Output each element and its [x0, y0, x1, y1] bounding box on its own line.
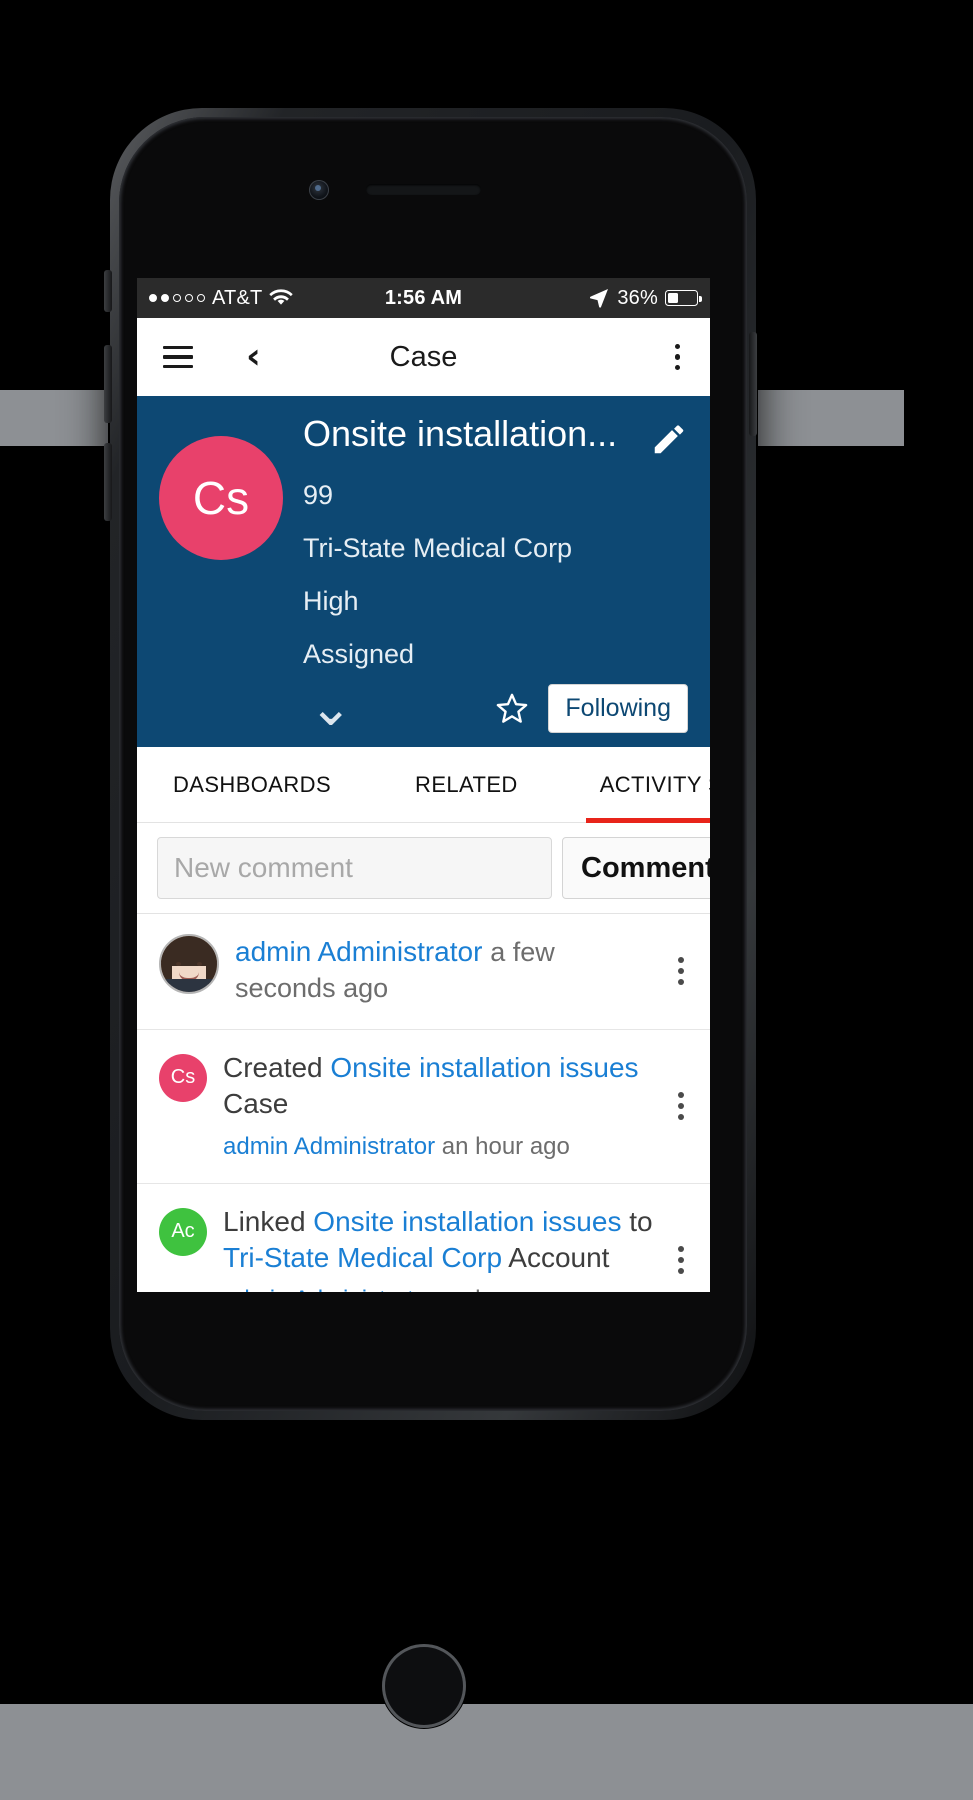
submit-comment-button[interactable]: Comment — [562, 837, 710, 899]
app-navigation-bar: ‹ Case — [137, 318, 710, 396]
follow-button[interactable]: Following — [548, 684, 688, 733]
feed-inline-meta: admin Administrator a few seconds ago — [235, 934, 660, 1007]
feed-timestamp: an hour ago — [442, 1286, 570, 1292]
record-number: 99 — [303, 480, 334, 510]
hamburger-menu-icon[interactable] — [163, 345, 193, 369]
feed-link-account[interactable]: Tri-State Medical Corp — [223, 1242, 502, 1273]
feed-author[interactable]: admin Administrator — [235, 936, 482, 967]
home-button[interactable] — [382, 1644, 466, 1728]
feed-text: Linked Onsite installation issues to Tri… — [223, 1204, 660, 1277]
activity-feed: admin Administrator a few seconds ago Cs… — [137, 914, 710, 1292]
tab-dashboards[interactable]: DASHBOARDS — [159, 747, 345, 822]
wifi-icon — [269, 289, 294, 305]
screenshot-stage: AT&T 1:56 AM 36% ‹ Case Cs Onsite instal… — [0, 0, 973, 1800]
record-avatar-initials: Cs — [192, 472, 250, 524]
avatar: Cs — [159, 1053, 207, 1102]
new-comment-input[interactable] — [157, 837, 552, 899]
record-fields: Onsite installation... 99 Tri-State Medi… — [303, 414, 688, 734]
pencil-edit-icon[interactable] — [650, 420, 688, 458]
record-status: Assigned — [303, 639, 415, 669]
feed-text: Created Onsite installation issues Case — [223, 1050, 660, 1123]
record-header: Cs Onsite installation... 99 Tri-State M… — [137, 396, 710, 747]
status-bar: AT&T 1:56 AM 36% — [137, 278, 710, 318]
page-title: Case — [389, 340, 458, 373]
mute-switch[interactable] — [104, 270, 112, 312]
feed-text-middle: Case — [223, 1088, 289, 1120]
kebab-menu-icon[interactable] — [671, 340, 685, 375]
location-arrow-icon — [590, 289, 609, 308]
carrier-label: AT&T — [212, 286, 263, 309]
star-outline-icon[interactable] — [494, 691, 530, 727]
feed-link-record[interactable]: Onsite installation issues — [330, 1052, 638, 1083]
feed-body: admin Administrator a few seconds ago — [235, 934, 690, 1007]
feed-meta: admin Administrator an hour ago — [223, 1286, 660, 1292]
avatar: Ac — [159, 1207, 207, 1256]
avatar — [159, 934, 219, 994]
front-camera-icon — [309, 180, 329, 200]
avatar-initials: Ac — [171, 1220, 195, 1243]
desk-surface — [0, 1704, 973, 1800]
record-avatar[interactable]: Cs — [159, 436, 283, 560]
list-item[interactable]: admin Administrator a few seconds ago — [137, 914, 710, 1030]
record-account: Tri-State Medical Corp — [303, 533, 573, 563]
kebab-menu-icon[interactable] — [674, 953, 688, 989]
feed-meta: admin Administrator an hour ago — [223, 1133, 660, 1161]
feed-link-record[interactable]: Onsite installation issues — [313, 1206, 621, 1237]
tab-bar: DASHBOARDS RELATED ACTIVITY STREAM — [137, 747, 710, 823]
feed-text-prefix: Linked — [223, 1205, 314, 1237]
volume-up-button[interactable] — [104, 345, 112, 423]
status-bar-left: AT&T — [149, 286, 294, 310]
record-priority: High — [303, 586, 359, 616]
record-header-actions: Following — [494, 684, 688, 733]
feed-text-middle: to — [621, 1205, 653, 1237]
feed-avatar[interactable] — [159, 934, 219, 1007]
feed-text-suffix: Account — [502, 1241, 610, 1273]
feed-timestamp: an hour ago — [441, 1132, 570, 1160]
feed-text-prefix: Created — [223, 1051, 331, 1083]
feed-author[interactable]: admin Administrator — [223, 1286, 435, 1292]
tab-related[interactable]: RELATED — [401, 747, 532, 822]
feed-author[interactable]: admin Administrator — [223, 1133, 435, 1160]
earpiece-speaker — [366, 184, 481, 195]
status-bar-right: 36% — [588, 286, 702, 310]
record-title: Onsite installation... — [303, 414, 618, 454]
record-header-footer: ⌄ Following — [303, 682, 688, 734]
feed-body: Created Onsite installation issues Case … — [223, 1050, 690, 1161]
chevron-down-icon[interactable]: ⌄ — [303, 682, 353, 733]
list-item[interactable]: Cs Created Onsite installation issues Ca… — [137, 1029, 710, 1184]
volume-down-button[interactable] — [104, 443, 112, 521]
feed-avatar[interactable]: Cs — [159, 1050, 207, 1161]
avatar-initials: Cs — [170, 1066, 196, 1089]
list-item[interactable]: Ac Linked Onsite installation issues to … — [137, 1183, 710, 1292]
back-chevron-icon[interactable]: ‹ — [246, 339, 261, 375]
signal-strength-icon — [149, 294, 205, 302]
antenna-band-left — [0, 390, 112, 446]
feed-avatar[interactable]: Ac — [159, 1204, 207, 1292]
phone-screen: AT&T 1:56 AM 36% ‹ Case Cs Onsite instal… — [137, 278, 710, 1292]
kebab-menu-icon[interactable] — [674, 1088, 688, 1124]
antenna-band-right — [754, 390, 904, 446]
battery-icon — [665, 290, 702, 306]
feed-body: Linked Onsite installation issues to Tri… — [223, 1204, 690, 1292]
battery-percent-label: 36% — [617, 286, 658, 309]
kebab-menu-icon[interactable] — [674, 1242, 688, 1278]
record-title-row: Onsite installation... — [303, 414, 688, 458]
new-comment-bar: Comment — [137, 823, 710, 914]
tab-activity-stream[interactable]: ACTIVITY STREAM — [585, 747, 710, 823]
power-button[interactable] — [749, 332, 757, 436]
